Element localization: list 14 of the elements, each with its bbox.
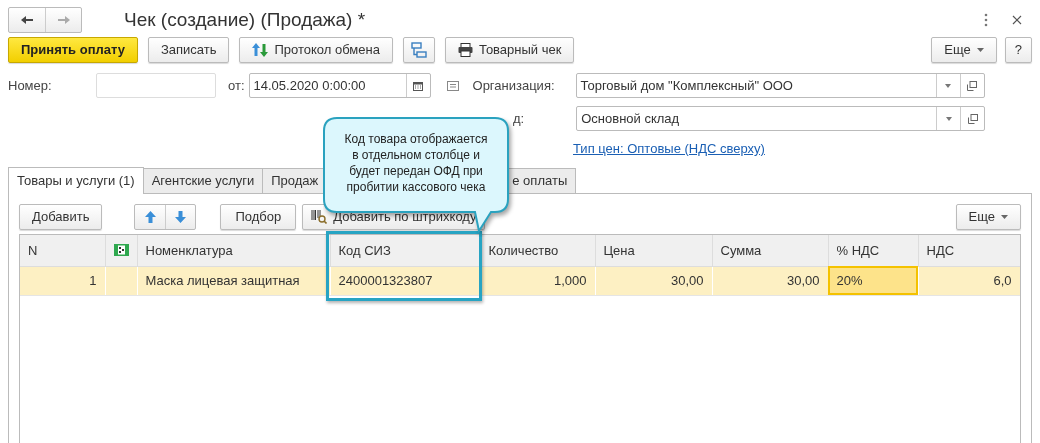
table-cell: 20% (828, 266, 918, 295)
table-cell: 1,000 (480, 266, 595, 295)
field-label: Организация: (472, 76, 556, 95)
field-label: от: (228, 76, 245, 95)
callout-text: Код товара отображается в отдельном столбце и будет передан ОФД при пробитии кассового чека (343, 131, 489, 195)
field-label: д: (513, 109, 525, 128)
table-cell: 6,0 (918, 266, 1020, 295)
table-cell: 30,00 (595, 266, 712, 295)
table-cell: 2400001323807 (330, 266, 480, 295)
table-cell: Маска лицевая защитная (137, 266, 330, 295)
table-cell: 30,00 (712, 266, 828, 295)
field-label: Номер: (8, 76, 53, 95)
window-title: Чек (создание) (Продажа) * (124, 7, 366, 32)
table-cell: 1 (20, 266, 105, 295)
